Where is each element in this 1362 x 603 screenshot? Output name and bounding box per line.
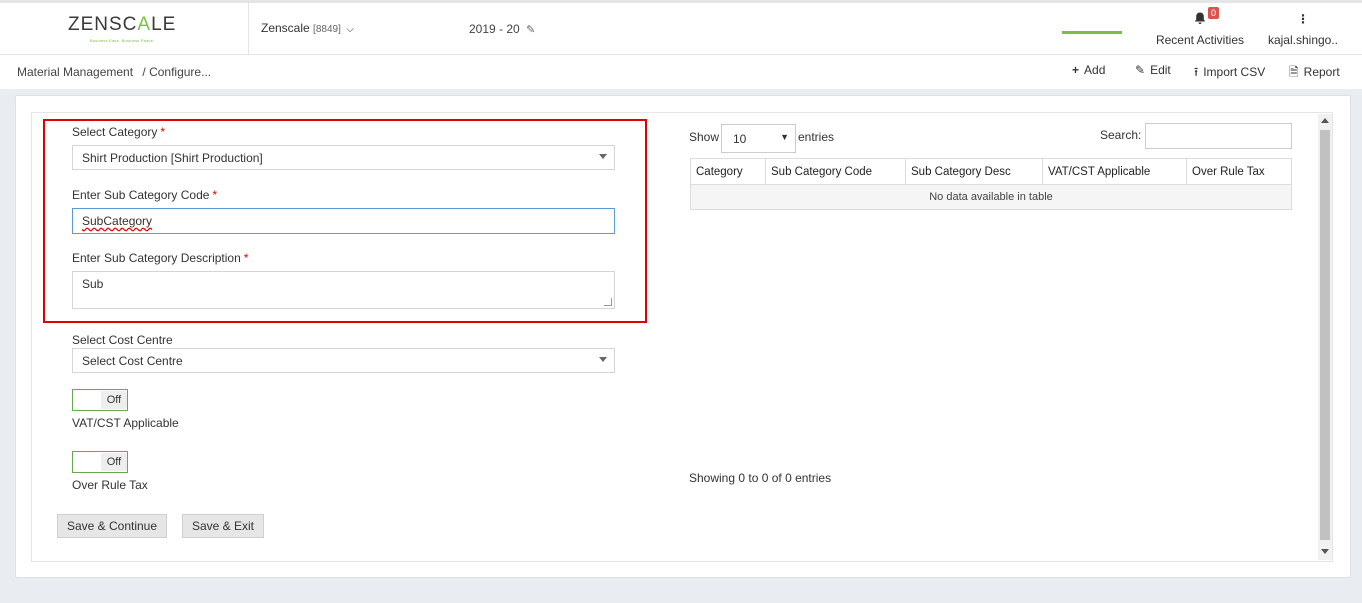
upload-icon: ⭱: [1194, 65, 1199, 79]
page-length-select[interactable]: 10 ▼: [721, 124, 796, 153]
dropdown-arrow-icon: ▼: [780, 132, 789, 142]
plus-icon: +: [1072, 63, 1080, 77]
column-header-subdesc[interactable]: Sub Category Desc: [905, 158, 1043, 185]
toggle-knob: [74, 453, 100, 471]
resize-grip-icon[interactable]: [604, 298, 612, 306]
scroll-down-icon[interactable]: [1321, 549, 1329, 554]
subcategory-table: Category Sub Category Code Sub Category …: [690, 158, 1292, 210]
breadcrumb-root[interactable]: Material Management: [17, 65, 133, 79]
subcode-label: Enter Sub Category Code *: [72, 188, 218, 202]
entries-label: entries: [798, 130, 835, 144]
table-info: Showing 0 to 0 of 0 entries: [689, 471, 832, 485]
edit-icon[interactable]: ✎: [526, 24, 535, 36]
breadcrumb: Material Management / Configure...: [17, 65, 211, 79]
empty-table-message: No data available in table: [690, 184, 1292, 210]
vertical-scrollbar[interactable]: [1318, 114, 1332, 560]
active-tab-indicator: [1062, 31, 1122, 34]
zenscale-logo[interactable]: ZENSCALE Business Ease. Business Peace.: [68, 14, 180, 44]
import-csv-button[interactable]: ⭱ Import CSV: [1194, 63, 1265, 84]
table-header-row: Category Sub Category Code Sub Category …: [690, 158, 1292, 185]
breadcrumb-current: / Configure...: [142, 65, 212, 79]
overrule-toggle[interactable]: Off: [72, 451, 128, 473]
category-label: Select Category *: [72, 125, 166, 139]
edit-button[interactable]: ✎ Edit: [1135, 63, 1171, 77]
overrule-label: Over Rule Tax: [72, 478, 148, 492]
table-row: No data available in table: [690, 184, 1292, 210]
column-header-overrule[interactable]: Over Rule Tax: [1186, 158, 1292, 185]
scrollbar-thumb[interactable]: [1320, 130, 1330, 540]
category-select[interactable]: Shirt Production [Shirt Production]: [72, 145, 615, 170]
subdesc-textarea[interactable]: Sub: [72, 271, 615, 309]
costcentre-label: Select Cost Centre: [72, 333, 173, 347]
edit-icon: ✎: [1135, 63, 1146, 77]
vat-toggle[interactable]: Off: [72, 389, 128, 411]
vat-label: VAT/CST Applicable: [72, 416, 179, 430]
chevron-down-icon: ⌵: [346, 24, 354, 35]
costcentre-select[interactable]: Select Cost Centre: [72, 348, 615, 373]
report-button[interactable]: 🗎 Report: [1289, 63, 1340, 84]
company-selector[interactable]: Zenscale [8849] ⌵: [261, 21, 354, 35]
subcode-input[interactable]: SubCategory: [72, 208, 615, 234]
search-label: Search:: [1100, 128, 1142, 142]
save-exit-button[interactable]: Save & Exit: [182, 514, 264, 538]
toggle-knob: [74, 391, 100, 409]
column-header-subcode[interactable]: Sub Category Code: [765, 158, 906, 185]
subdesc-label: Enter Sub Category Description *: [72, 251, 249, 265]
recent-activities[interactable]: 0 Recent Activities: [1150, 7, 1250, 47]
top-header: ZENSCALE Business Ease. Business Peace. …: [0, 0, 1362, 55]
dropdown-caret-icon: [599, 154, 607, 159]
save-continue-button[interactable]: Save & Continue: [57, 514, 167, 538]
column-header-category[interactable]: Category: [690, 158, 766, 185]
column-header-vat[interactable]: VAT/CST Applicable: [1042, 158, 1187, 185]
bell-icon: [1150, 12, 1250, 28]
scroll-up-icon[interactable]: [1321, 118, 1329, 123]
user-menu[interactable]: ⋮ kajal.shingo..: [1267, 12, 1339, 47]
search-input[interactable]: [1145, 123, 1292, 149]
add-button[interactable]: + Add: [1072, 63, 1105, 77]
dropdown-caret-icon: [599, 357, 607, 362]
vertical-dots-icon: ⋮: [1297, 12, 1309, 26]
notification-badge: 0: [1208, 7, 1220, 19]
document-icon: 🗎: [1289, 65, 1299, 79]
header-divider: [248, 3, 249, 55]
fiscal-year[interactable]: 2019 - 20 ✎: [469, 22, 535, 36]
show-label: Show: [689, 130, 720, 144]
